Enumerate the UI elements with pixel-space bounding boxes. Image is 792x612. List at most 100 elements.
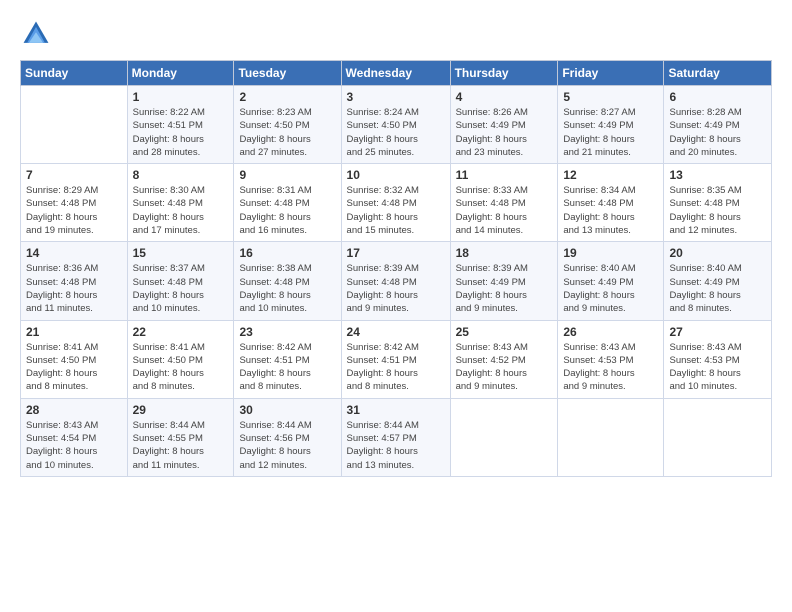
day-info: Sunrise: 8:43 AM Sunset: 4:53 PM Dayligh…: [669, 341, 766, 394]
header-day-friday: Friday: [558, 61, 664, 86]
day-info: Sunrise: 8:44 AM Sunset: 4:55 PM Dayligh…: [133, 419, 229, 472]
calendar-cell: 2Sunrise: 8:23 AM Sunset: 4:50 PM Daylig…: [234, 86, 341, 164]
calendar-cell: 22Sunrise: 8:41 AM Sunset: 4:50 PM Dayli…: [127, 320, 234, 398]
calendar-cell: 31 Sunrise: 8:44 AM Sunset: 4:57 PM Dayli…: [341, 398, 450, 476]
calendar-cell: [558, 398, 664, 476]
header-day-saturday: Saturday: [664, 61, 772, 86]
calendar-body: 1 Sunrise: 8:22 AM Sunset: 4:51 PM Daylig…: [21, 86, 772, 477]
calendar-cell: 15Sunrise: 8:37 AM Sunset: 4:48 PM Dayli…: [127, 242, 234, 320]
day-info: Sunrise: 8:38 AM Sunset: 4:48 PM Dayligh…: [239, 262, 335, 315]
week-row-2: 14 Sunrise: 8:36 AM Sunset: 4:48 PM Dayli…: [21, 242, 772, 320]
calendar-cell: 7 Sunrise: 8:29 AM Sunset: 4:48 PM Daylig…: [21, 164, 128, 242]
day-info: Sunrise: 8:29 AM Sunset: 4:48 PM Dayligh…: [26, 184, 122, 237]
calendar-cell: 18 Sunrise: 8:39 AM Sunset: 4:49 PM Dayli…: [450, 242, 558, 320]
day-info: Sunrise: 8:33 AM Sunset: 4:48 PM Dayligh…: [456, 184, 553, 237]
day-info: Sunrise: 8:40 AM Sunset: 4:49 PM Dayligh…: [669, 262, 766, 315]
calendar-cell: 19Sunrise: 8:40 AM Sunset: 4:49 PM Dayli…: [558, 242, 664, 320]
logo-icon: [20, 18, 52, 50]
day-number: 21: [26, 325, 122, 339]
calendar-cell: 11 Sunrise: 8:33 AM Sunset: 4:48 PM Dayli…: [450, 164, 558, 242]
day-info: Sunrise: 8:42 AM Sunset: 4:51 PM Dayligh…: [239, 341, 335, 394]
day-number: 26: [563, 325, 658, 339]
day-number: 14: [26, 246, 122, 260]
page: SundayMondayTuesdayWednesdayThursdayFrid…: [0, 0, 792, 612]
day-number: 5: [563, 90, 658, 104]
day-info: Sunrise: 8:43 AM Sunset: 4:52 PM Dayligh…: [456, 341, 553, 394]
logo: [20, 18, 56, 50]
day-number: 11: [456, 168, 553, 182]
calendar-cell: [664, 398, 772, 476]
calendar: SundayMondayTuesdayWednesdayThursdayFrid…: [20, 60, 772, 477]
day-info: Sunrise: 8:44 AM Sunset: 4:56 PM Dayligh…: [239, 419, 335, 472]
day-info: Sunrise: 8:36 AM Sunset: 4:48 PM Dayligh…: [26, 262, 122, 315]
day-number: 27: [669, 325, 766, 339]
calendar-cell: 1 Sunrise: 8:22 AM Sunset: 4:51 PM Daylig…: [127, 86, 234, 164]
header-day-thursday: Thursday: [450, 61, 558, 86]
day-info: Sunrise: 8:43 AM Sunset: 4:53 PM Dayligh…: [563, 341, 658, 394]
day-number: 1: [133, 90, 229, 104]
calendar-cell: 3 Sunrise: 8:24 AM Sunset: 4:50 PM Daylig…: [341, 86, 450, 164]
calendar-cell: [21, 86, 128, 164]
day-number: 28: [26, 403, 122, 417]
calendar-cell: 9 Sunrise: 8:31 AM Sunset: 4:48 PM Daylig…: [234, 164, 341, 242]
day-number: 7: [26, 168, 122, 182]
day-info: Sunrise: 8:37 AM Sunset: 4:48 PM Dayligh…: [133, 262, 229, 315]
week-row-1: 7 Sunrise: 8:29 AM Sunset: 4:48 PM Daylig…: [21, 164, 772, 242]
calendar-cell: [450, 398, 558, 476]
calendar-cell: 16 Sunrise: 8:38 AM Sunset: 4:48 PM Dayli…: [234, 242, 341, 320]
day-number: 6: [669, 90, 766, 104]
day-number: 29: [133, 403, 229, 417]
calendar-cell: 21Sunrise: 8:41 AM Sunset: 4:50 PM Dayli…: [21, 320, 128, 398]
day-info: Sunrise: 8:28 AM Sunset: 4:49 PM Dayligh…: [669, 106, 766, 159]
day-info: Sunrise: 8:27 AM Sunset: 4:49 PM Dayligh…: [563, 106, 658, 159]
day-info: Sunrise: 8:32 AM Sunset: 4:48 PM Dayligh…: [347, 184, 445, 237]
day-info: Sunrise: 8:26 AM Sunset: 4:49 PM Dayligh…: [456, 106, 553, 159]
day-info: Sunrise: 8:34 AM Sunset: 4:48 PM Dayligh…: [563, 184, 658, 237]
header-day-monday: Monday: [127, 61, 234, 86]
calendar-cell: 5 Sunrise: 8:27 AM Sunset: 4:49 PM Daylig…: [558, 86, 664, 164]
calendar-cell: 28 Sunrise: 8:43 AM Sunset: 4:54 PM Dayli…: [21, 398, 128, 476]
day-number: 9: [239, 168, 335, 182]
day-info: Sunrise: 8:39 AM Sunset: 4:49 PM Dayligh…: [456, 262, 553, 315]
calendar-cell: 6 Sunrise: 8:28 AM Sunset: 4:49 PM Daylig…: [664, 86, 772, 164]
day-number: 3: [347, 90, 445, 104]
day-number: 10: [347, 168, 445, 182]
calendar-header: SundayMondayTuesdayWednesdayThursdayFrid…: [21, 61, 772, 86]
header-day-sunday: Sunday: [21, 61, 128, 86]
day-info: Sunrise: 8:22 AM Sunset: 4:51 PM Dayligh…: [133, 106, 229, 159]
day-info: Sunrise: 8:39 AM Sunset: 4:48 PM Dayligh…: [347, 262, 445, 315]
day-info: Sunrise: 8:44 AM Sunset: 4:57 PM Dayligh…: [347, 419, 445, 472]
day-number: 24: [347, 325, 445, 339]
calendar-cell: 30 Sunrise: 8:44 AM Sunset: 4:56 PM Dayli…: [234, 398, 341, 476]
day-info: Sunrise: 8:24 AM Sunset: 4:50 PM Dayligh…: [347, 106, 445, 159]
calendar-cell: 24 Sunrise: 8:42 AM Sunset: 4:51 PM Dayli…: [341, 320, 450, 398]
calendar-cell: 26 Sunrise: 8:43 AM Sunset: 4:53 PM Dayli…: [558, 320, 664, 398]
calendar-cell: 25 Sunrise: 8:43 AM Sunset: 4:52 PM Dayli…: [450, 320, 558, 398]
day-number: 17: [347, 246, 445, 260]
day-info: Sunrise: 8:35 AM Sunset: 4:48 PM Dayligh…: [669, 184, 766, 237]
day-number: 12: [563, 168, 658, 182]
day-info: Sunrise: 8:31 AM Sunset: 4:48 PM Dayligh…: [239, 184, 335, 237]
day-info: Sunrise: 8:42 AM Sunset: 4:51 PM Dayligh…: [347, 341, 445, 394]
day-number: 16: [239, 246, 335, 260]
day-number: 4: [456, 90, 553, 104]
day-number: 25: [456, 325, 553, 339]
calendar-cell: 27 Sunrise: 8:43 AM Sunset: 4:53 PM Dayli…: [664, 320, 772, 398]
day-info: Sunrise: 8:41 AM Sunset: 4:50 PM Dayligh…: [133, 341, 229, 394]
day-number: 13: [669, 168, 766, 182]
day-number: 30: [239, 403, 335, 417]
header-day-tuesday: Tuesday: [234, 61, 341, 86]
header-row: SundayMondayTuesdayWednesdayThursdayFrid…: [21, 61, 772, 86]
day-info: Sunrise: 8:43 AM Sunset: 4:54 PM Dayligh…: [26, 419, 122, 472]
week-row-3: 21 Sunrise: 8:41 AM Sunset: 4:50 PM Dayli…: [21, 320, 772, 398]
calendar-cell: 29 Sunrise: 8:44 AM Sunset: 4:55 PM Dayli…: [127, 398, 234, 476]
day-number: 31: [347, 403, 445, 417]
day-number: 8: [133, 168, 229, 182]
calendar-cell: 10 Sunrise: 8:32 AM Sunset: 4:48 PM Dayli…: [341, 164, 450, 242]
header-day-wednesday: Wednesday: [341, 61, 450, 86]
calendar-cell: 4 Sunrise: 8:26 AM Sunset: 4:49 PM Daylig…: [450, 86, 558, 164]
day-number: 18: [456, 246, 553, 260]
week-row-0: 1 Sunrise: 8:22 AM Sunset: 4:51 PM Daylig…: [21, 86, 772, 164]
calendar-cell: 12 Sunrise: 8:34 AM Sunset: 4:48 PM Dayli…: [558, 164, 664, 242]
day-info: Sunrise: 8:30 AM Sunset: 4:48 PM Dayligh…: [133, 184, 229, 237]
